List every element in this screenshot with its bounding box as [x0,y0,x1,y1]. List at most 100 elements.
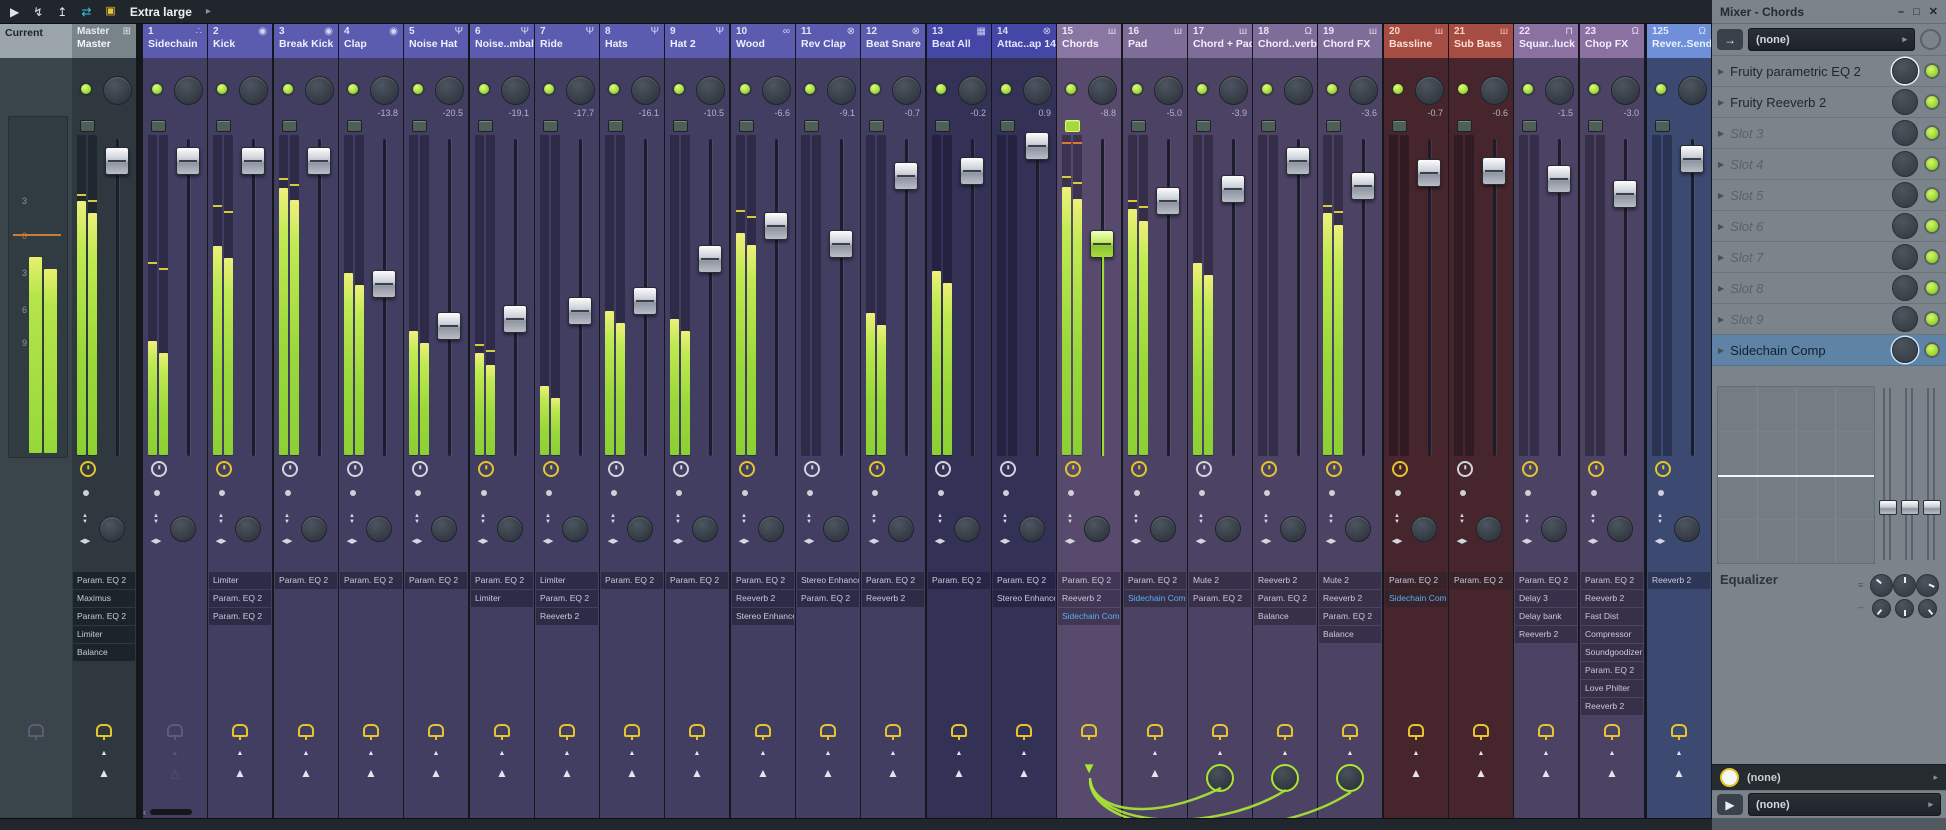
record-arm-dot[interactable] [1460,490,1466,496]
time-settings-row[interactable]: (none) ▸ [1712,764,1946,790]
route-up-small-arrow[interactable]: ▲ [1384,750,1448,757]
channel-swap-icon[interactable]: ◀▶ [410,538,424,545]
channel-input-knob[interactable] [1415,76,1444,105]
channel-header[interactable]: 21 ш Sub Bass [1449,24,1513,58]
channel-swap-icon[interactable]: ◀▶ [1063,538,1077,545]
channel-input-knob[interactable] [1611,76,1640,105]
channel-enable-led[interactable] [413,84,423,94]
channel-input-knob[interactable] [566,76,595,105]
route-up-small-arrow[interactable]: ▲ [535,750,599,757]
pan-knob[interactable] [888,516,914,542]
channel-swap-icon[interactable]: ◀▶ [280,538,294,545]
route-up-small-arrow[interactable]: ▲ [1514,750,1578,757]
volume-fader[interactable] [894,162,918,190]
volume-fader[interactable] [307,147,331,175]
channel-input-knob[interactable] [1545,76,1574,105]
channel-swap-icon[interactable]: ◀▶ [998,538,1012,545]
stereo-separation-icon[interactable]: ▲ ▼ [1259,513,1273,525]
mute-button[interactable] [1261,120,1276,132]
plugin-chain-item[interactable]: Param. EQ 2 [275,572,337,589]
pan-knob[interactable] [1345,516,1371,542]
latency-clock-icon[interactable] [282,461,298,477]
channel-swap-icon[interactable]: ◀▶ [933,538,947,545]
eq-type-icon[interactable]: ≡ [1858,580,1863,590]
volume-fader[interactable] [1547,165,1571,193]
eq-freq-knob-3[interactable] [1916,574,1939,597]
channel-header[interactable]: 5 Ψ Noise Hat [404,24,468,58]
latency-clock-icon[interactable] [1000,461,1016,477]
plugin-chain-item[interactable]: Param. EQ 2 [1450,572,1512,589]
mute-button[interactable] [1196,120,1211,132]
latency-clock-icon[interactable] [1655,461,1671,477]
plugin-chain-item[interactable]: Mute 2 [1189,572,1251,589]
record-arm-dot[interactable] [742,490,748,496]
record-arm-dot[interactable] [1068,490,1074,496]
stereo-separation-icon[interactable]: ▲ ▼ [1324,513,1338,525]
slot-mix-knob[interactable] [1892,151,1918,177]
fader-track[interactable] [840,139,843,456]
channel-enable-led[interactable] [81,84,91,94]
latency-clock-icon[interactable] [80,461,96,477]
plugin-chain-item[interactable]: Param. EQ 2 [1319,608,1381,625]
eq-band2-slider[interactable] [1901,388,1919,560]
channel-swap-icon[interactable]: ◀▶ [1390,538,1404,545]
plugin-chain-item[interactable]: Limiter [73,626,135,643]
record-arm-dot[interactable] [285,490,291,496]
fx-slot-7[interactable]: ▶ Slot 7 [1712,242,1946,273]
plugin-chain-item[interactable]: Maximus [73,590,135,607]
mute-button[interactable] [1326,120,1341,132]
channel-strip-14[interactable]: 14 ⊗ Attac..ap 14 0.9 ▲ ▼ ◀▶ Param. EQ 2S… [992,24,1056,818]
pan-knob[interactable] [1674,516,1700,542]
channel-enable-led[interactable] [1458,84,1468,94]
channel-input-knob[interactable] [435,76,464,105]
scrollbar-thumb[interactable] [150,808,192,815]
record-arm-dot[interactable] [350,490,356,496]
channel-swap-icon[interactable]: ◀▶ [1455,538,1469,545]
pan-knob[interactable] [366,516,392,542]
mute-button[interactable] [1392,120,1407,132]
slot-mix-knob[interactable] [1892,306,1918,332]
plugin-chain-item[interactable]: Param. EQ 2 [471,572,533,589]
volume-fader[interactable] [1482,157,1506,185]
channel-enable-led[interactable] [1066,84,1076,94]
close-button[interactable]: ✕ [1929,5,1938,18]
channel-enable-led[interactable] [870,84,880,94]
channel-strip-8[interactable]: 8 Ψ Hats -16.1 ▲ ▼ ◀▶ Param. EQ 2 ▲ ▲ [600,24,664,818]
channel-strip-11[interactable]: 11 ⊗ Rev Clap -9.1 ▲ ▼ ◀▶ Stereo Enhancer… [796,24,860,818]
send-level-knob[interactable] [1206,764,1234,792]
plugin-chain-item[interactable]: Balance [73,644,135,661]
plugin-chain-item[interactable]: Balance [1254,608,1316,625]
channel-input-knob[interactable] [1480,76,1509,105]
pan-knob[interactable] [1215,516,1241,542]
send-level-knob[interactable] [1336,764,1364,792]
stereo-separation-icon[interactable]: ▲ ▼ [1194,513,1208,525]
slot-expand-arrow[interactable]: ▶ [1718,160,1724,169]
channel-input-knob[interactable] [103,76,132,105]
latency-clock-icon[interactable] [1588,461,1604,477]
channel-enable-led[interactable] [609,84,619,94]
plugin-chain-item[interactable]: Param. EQ 2 [797,590,859,607]
stereo-separation-icon[interactable]: ▲ ▼ [998,513,1012,525]
stereo-separation-icon[interactable]: ▲ ▼ [933,513,947,525]
plugin-chain-item[interactable]: Param. EQ 2 [601,572,663,589]
channel-strip-12[interactable]: 12 ⊗ Beat Snare -0.7 ▲ ▼ ◀▶ Param. EQ 2 Re… [861,24,925,818]
slot-mix-knob[interactable] [1892,120,1918,146]
channel-strip-10[interactable]: 10 ∞ Wood -6.6 ▲ ▼ ◀▶ Param. EQ 2 Reeverb … [731,24,795,818]
volume-fader[interactable] [1286,147,1310,175]
slot-expand-arrow[interactable]: ▶ [1718,129,1724,138]
fx-slot-9[interactable]: ▶ Slot 9 [1712,304,1946,335]
plugin-chain-item[interactable]: Stereo Enhancer [993,590,1055,607]
fx-slot-6[interactable]: ▶ Slot 6 [1712,211,1946,242]
channel-input-knob[interactable] [1284,76,1313,105]
stereo-separation-icon[interactable]: ▲ ▼ [1063,513,1077,525]
slot-expand-arrow[interactable]: ▶ [1718,222,1724,231]
channel-header[interactable]: 9 Ψ Hat 2 [665,24,729,58]
slot-enable-led[interactable] [1924,311,1940,327]
fx-slot-4[interactable]: ▶ Slot 4 [1712,149,1946,180]
record-arm-dot[interactable] [1591,490,1597,496]
volume-fader[interactable] [1025,132,1049,160]
latency-clock-icon[interactable] [1457,461,1473,477]
mute-button[interactable] [804,120,819,132]
volume-fader[interactable] [176,147,200,175]
mute-button[interactable] [543,120,558,132]
